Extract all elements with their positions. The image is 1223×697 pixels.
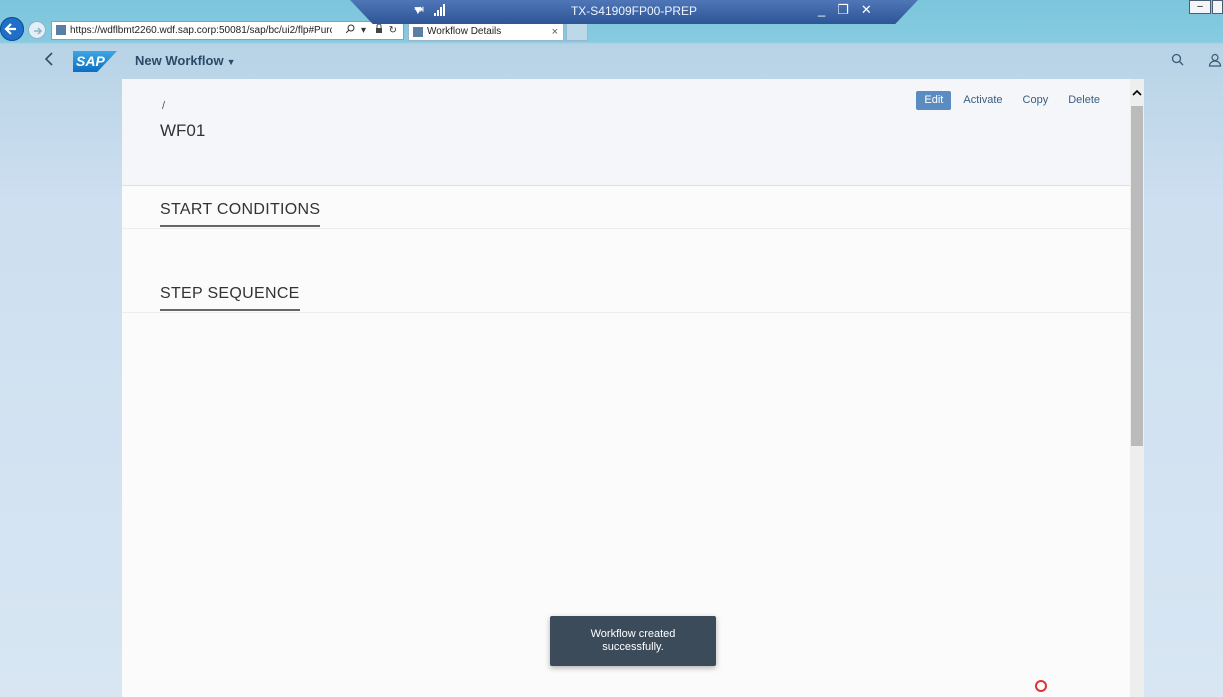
window-restore-button[interactable] bbox=[1212, 0, 1223, 14]
refresh-icon[interactable]: ↻ bbox=[389, 25, 400, 36]
section-divider bbox=[122, 312, 1130, 313]
minimize-icon[interactable]: _ bbox=[818, 2, 837, 17]
address-bar-icons[interactable]: ▾ ↻ bbox=[345, 22, 400, 39]
object-header: / WF01 Edit Activate Copy Delete bbox=[122, 79, 1130, 186]
copy-button[interactable]: Copy bbox=[1015, 91, 1057, 110]
section-divider bbox=[122, 228, 1130, 229]
page-title: WF01 bbox=[160, 121, 206, 140]
header-actions: Edit Activate Copy Delete bbox=[916, 91, 1108, 110]
shell-back-button[interactable] bbox=[44, 52, 54, 70]
tab-title: Workflow Details bbox=[427, 26, 502, 37]
restore-icon[interactable]: ❐ bbox=[837, 2, 861, 17]
caret-down-icon: ▼ bbox=[226, 57, 236, 67]
search-icon[interactable] bbox=[1171, 53, 1184, 66]
browser-back-button[interactable] bbox=[0, 17, 24, 41]
page-scrollbar[interactable] bbox=[1130, 79, 1144, 697]
minimize-icon: – bbox=[1197, 1, 1203, 12]
user-icon[interactable] bbox=[1208, 53, 1222, 67]
tab-close-icon[interactable]: × bbox=[552, 24, 558, 40]
new-tab-button[interactable] bbox=[566, 23, 588, 41]
remote-desktop-bar: ▼ ⇥ TX-S41909FP00-PREP _❐✕ bbox=[350, 0, 918, 24]
page-favicon-icon bbox=[56, 25, 66, 35]
breadcrumb[interactable]: / bbox=[162, 100, 165, 112]
chevron-up-icon[interactable] bbox=[1130, 87, 1144, 99]
toast-message: Workflow created successfully. bbox=[590, 628, 676, 653]
section-step-sequence[interactable]: STEP SEQUENCE bbox=[160, 285, 300, 311]
forward-arrow-icon bbox=[34, 27, 43, 35]
search-icon[interactable] bbox=[345, 24, 355, 34]
section-start-conditions[interactable]: START CONDITIONS bbox=[160, 201, 321, 227]
dropdown-icon[interactable]: ▾ bbox=[361, 25, 369, 36]
app-title-menu[interactable]: New Workflow ▼ bbox=[135, 53, 236, 68]
close-icon[interactable]: ✕ bbox=[861, 2, 884, 17]
scrollbar-thumb[interactable] bbox=[1131, 106, 1143, 446]
back-arrow-icon bbox=[4, 23, 16, 35]
delete-button[interactable]: Delete bbox=[1060, 91, 1108, 110]
window-minimize-button[interactable]: – bbox=[1189, 0, 1211, 14]
sap-logo[interactable]: SAP bbox=[73, 51, 117, 72]
tab-favicon-icon bbox=[413, 27, 423, 37]
address-bar[interactable]: https://wdflbmt2260.wdf.sap.corp:50081/s… bbox=[51, 21, 404, 40]
browser-chrome: https://wdflbmt2260.wdf.sap.corp:50081/s… bbox=[0, 0, 1223, 43]
cursor-indicator bbox=[1035, 680, 1047, 692]
app-title: New Workflow bbox=[135, 53, 224, 68]
address-url: https://wdflbmt2260.wdf.sap.corp:50081/s… bbox=[70, 25, 332, 36]
chevron-left-icon bbox=[44, 52, 53, 66]
activate-button[interactable]: Activate bbox=[955, 91, 1010, 110]
browser-forward-button[interactable] bbox=[28, 21, 46, 39]
browser-tab-workflow-details[interactable]: Workflow Details × bbox=[408, 23, 564, 41]
workflow-details-page: / WF01 Edit Activate Copy Delete START C… bbox=[122, 79, 1130, 697]
edit-button[interactable]: Edit bbox=[916, 91, 952, 110]
lock-icon[interactable] bbox=[375, 23, 383, 33]
rdp-window-controls[interactable]: _❐✕ bbox=[818, 2, 884, 18]
message-toast: Workflow created successfully. bbox=[550, 616, 716, 666]
